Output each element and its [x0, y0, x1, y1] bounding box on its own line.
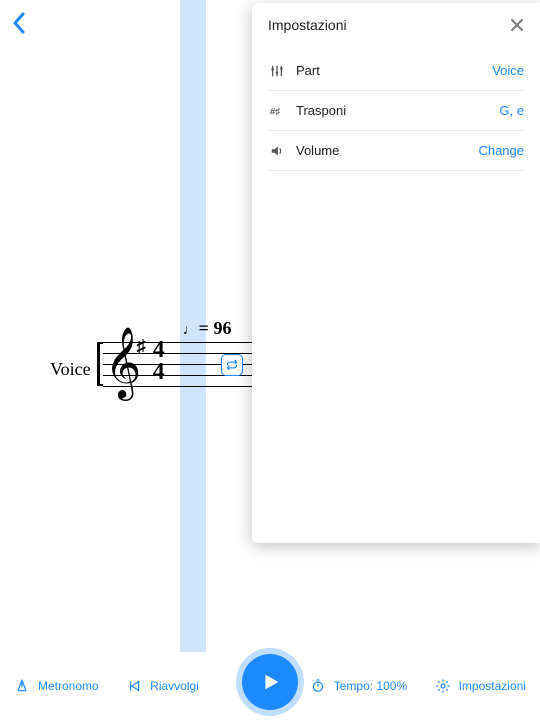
- row-value[interactable]: Voice: [492, 63, 524, 78]
- row-label: Trasponi: [296, 103, 346, 118]
- tempo-bpm: 96: [213, 318, 231, 338]
- timesig-den: 4: [153, 362, 165, 384]
- tempo-mark: ♩= 96: [183, 318, 232, 339]
- settings-row-part[interactable]: Part Voice: [268, 51, 524, 91]
- key-signature: ♯: [137, 336, 146, 357]
- metronome-label: Metronomo: [38, 679, 99, 693]
- system-bracket: [97, 342, 100, 386]
- close-button[interactable]: [510, 18, 524, 32]
- row-value[interactable]: Change: [478, 143, 524, 158]
- sharp-icon: #♯: [268, 104, 286, 118]
- settings-panel: Impostazioni Part Voice #♯ Trasponi G, e…: [252, 3, 540, 543]
- panel-title: Impostazioni: [268, 17, 347, 33]
- tempo-label: Tempo: 100%: [334, 679, 407, 693]
- quarter-note-icon: ♩: [183, 323, 197, 338]
- tempo-equals: =: [199, 318, 214, 338]
- loop-icon: [225, 358, 239, 372]
- settings-row-transpose[interactable]: #♯ Trasponi G, e: [268, 91, 524, 131]
- time-signature: 4 4: [153, 340, 165, 383]
- gear-icon: [435, 678, 451, 694]
- sliders-icon: [268, 64, 286, 78]
- play-button[interactable]: [242, 654, 298, 710]
- metronome-icon: [14, 678, 30, 694]
- rewind-button[interactable]: Riavvolgi: [126, 678, 199, 694]
- settings-row-volume[interactable]: Volume Change: [268, 131, 524, 171]
- rewind-icon: [126, 678, 142, 694]
- metronome-button[interactable]: Metronomo: [14, 678, 99, 694]
- rewind-label: Riavvolgi: [150, 679, 199, 693]
- close-icon: [510, 18, 524, 32]
- row-label: Volume: [296, 143, 339, 158]
- stopwatch-icon: [310, 678, 326, 694]
- svg-text:#♯: #♯: [270, 106, 280, 117]
- row-value[interactable]: G, e: [499, 103, 524, 118]
- row-label: Part: [296, 63, 320, 78]
- back-button[interactable]: [12, 12, 26, 34]
- part-label: Voice: [50, 359, 91, 380]
- tempo-button[interactable]: Tempo: 100%: [310, 678, 407, 694]
- volume-icon: [268, 144, 286, 158]
- settings-label: Impostazioni: [459, 679, 526, 693]
- settings-button[interactable]: Impostazioni: [435, 678, 526, 694]
- play-icon: [259, 671, 281, 693]
- chevron-left-icon: [12, 12, 26, 34]
- loop-marker[interactable]: [221, 354, 243, 376]
